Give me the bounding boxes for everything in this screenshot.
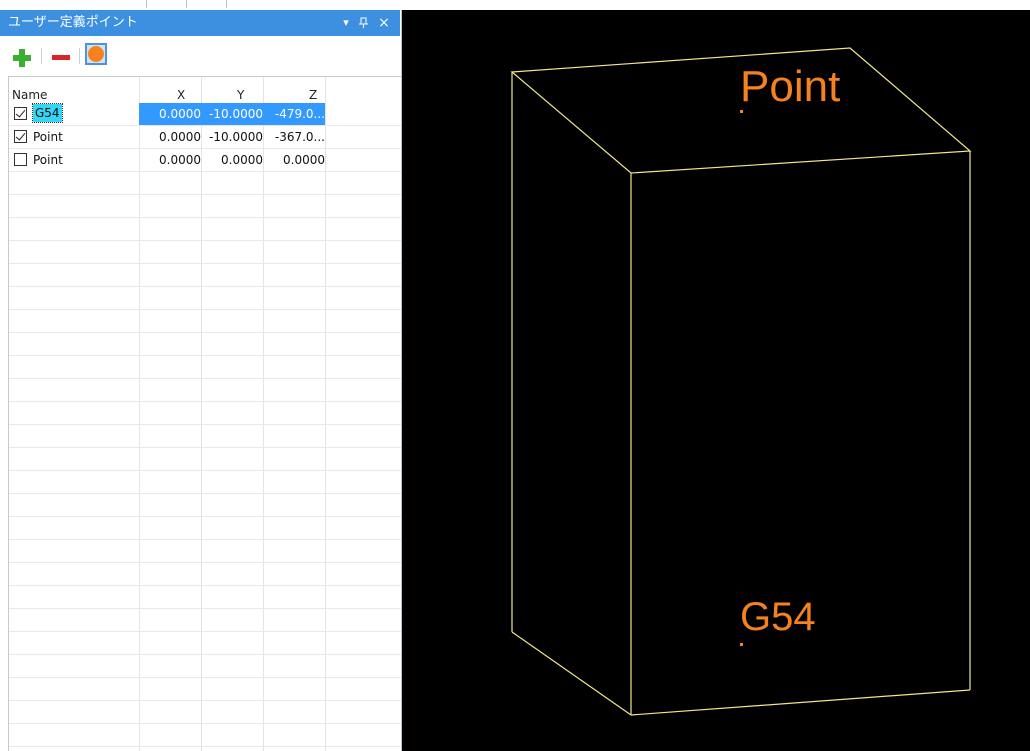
toolbar-separator (79, 48, 80, 64)
column-header-z[interactable]: Z (309, 87, 317, 103)
grid-row-divider (9, 401, 401, 402)
table-row[interactable]: G54 0.0000 -10.0000 -479.0... (9, 103, 401, 125)
toolbar (0, 36, 400, 74)
grid-row-divider (9, 470, 401, 471)
g54-label[interactable]: G54 (740, 594, 816, 640)
minus-icon (52, 55, 70, 60)
visibility-checkbox[interactable] (14, 153, 27, 166)
grid-row-divider (9, 608, 401, 609)
grid-column-divider (139, 77, 140, 751)
dropdown-icon[interactable]: ▾ (338, 14, 354, 32)
g54-marker[interactable] (740, 643, 743, 646)
grid-row-divider (9, 447, 401, 448)
point-marker[interactable] (740, 110, 743, 113)
x-cell[interactable]: 0.0000 (159, 129, 201, 145)
z-cell[interactable]: -479.0... (275, 106, 325, 122)
y-cell[interactable]: 0.0000 (221, 152, 263, 168)
points-grid: Name X Y Z G54 0.0000 -10.0000 -479.0...… (8, 76, 401, 751)
point-name-cell[interactable]: G54 (32, 103, 63, 123)
toolbar-separator (41, 48, 42, 64)
grid-column-divider (325, 77, 326, 751)
3d-viewport[interactable]: Point G54 (402, 10, 1030, 751)
column-header-x[interactable]: X (177, 87, 185, 103)
grid-row-divider (9, 493, 401, 494)
grid-row-divider (9, 677, 401, 678)
grid-row-divider (9, 194, 401, 195)
grid-row-divider (9, 631, 401, 632)
z-cell[interactable]: -367.0... (275, 129, 325, 145)
grid-row-divider (9, 539, 401, 540)
grid-row-divider (9, 286, 401, 287)
grid-row-divider (9, 378, 401, 379)
panel-title: ユーザー定義ポイント (8, 15, 138, 30)
grid-row-divider (9, 171, 401, 172)
grid-row-divider (9, 516, 401, 517)
point-label[interactable]: Point (740, 62, 840, 112)
grid-row-divider (9, 585, 401, 586)
grid-row-divider (9, 700, 401, 701)
grid-column-divider (263, 77, 264, 751)
box-edge (630, 689, 971, 716)
point-icon (88, 46, 104, 62)
visibility-checkbox[interactable] (14, 107, 27, 120)
grid-row-divider (9, 355, 401, 356)
point-name-cell[interactable]: Point (33, 129, 63, 145)
grid-row-divider (9, 424, 401, 425)
wireframe-box (510, 47, 972, 716)
user-defined-points-panel: ユーザー定義ポイント ▾ × Name X Y Z G54 0.0000 -10… (0, 10, 402, 751)
column-header-y[interactable]: Y (237, 87, 244, 103)
y-cell[interactable]: -10.0000 (209, 106, 263, 122)
y-cell[interactable]: -10.0000 (209, 129, 263, 145)
point-name-cell[interactable]: Point (33, 152, 63, 168)
close-icon[interactable]: × (376, 14, 392, 32)
show-point-toggle-button[interactable] (85, 43, 107, 65)
grid-column-divider (201, 77, 202, 751)
remove-point-button[interactable] (50, 47, 72, 69)
grid-row-divider (9, 309, 401, 310)
table-row[interactable]: Point 0.0000 0.0000 0.0000 (9, 149, 401, 171)
column-header-name[interactable]: Name (12, 87, 47, 103)
grid-row-divider (9, 332, 401, 333)
grid-row-divider (9, 723, 401, 724)
top-strip (0, 0, 400, 10)
plus-icon (13, 49, 31, 67)
grid-row-divider (9, 654, 401, 655)
panel-titlebar: ユーザー定義ポイント ▾ × (0, 10, 400, 36)
grid-row-divider (9, 240, 401, 241)
grid-row-divider (9, 746, 401, 747)
x-cell[interactable]: 0.0000 (159, 152, 201, 168)
pin-icon[interactable] (356, 14, 372, 32)
app-window: ユーザー定義ポイント ▾ × Name X Y Z G54 0.0000 -10… (0, 0, 1030, 751)
add-point-button[interactable] (11, 47, 33, 69)
grid-row-divider (9, 263, 401, 264)
table-row[interactable]: Point 0.0000 -10.0000 -367.0... (9, 126, 401, 148)
grid-row-divider (9, 217, 401, 218)
grid-row-divider (9, 562, 401, 563)
visibility-checkbox[interactable] (14, 130, 27, 143)
box-edge (511, 631, 632, 716)
x-cell[interactable]: 0.0000 (159, 106, 201, 122)
z-cell[interactable]: 0.0000 (283, 152, 325, 168)
